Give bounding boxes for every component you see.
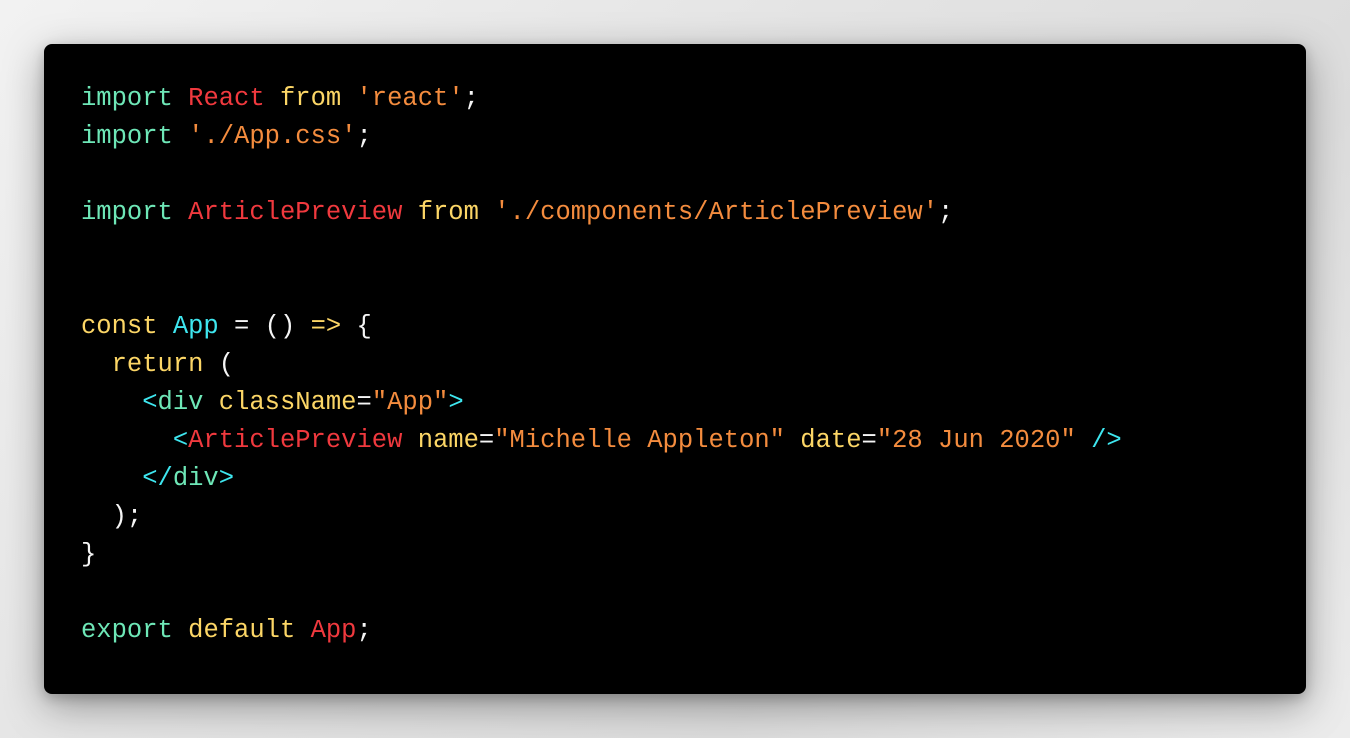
code-token: App	[172, 312, 219, 341]
code-token: React	[188, 84, 265, 113]
code-token: import	[81, 84, 173, 113]
code-line: return (	[81, 346, 1122, 384]
code-line: import './App.css';	[81, 118, 1122, 156]
code-token: );	[81, 502, 143, 531]
code-token: div	[157, 388, 204, 417]
code-token: div	[172, 464, 219, 493]
code-token: default	[188, 616, 296, 645]
code-token: from	[417, 198, 479, 227]
code-token: </	[142, 464, 173, 493]
code-token: = ()	[218, 312, 311, 341]
code-token: >	[448, 388, 464, 417]
code-token: ;	[938, 198, 954, 227]
code-token: (	[203, 350, 235, 379]
code-token: {	[341, 312, 372, 341]
code-token: =>	[310, 312, 342, 341]
code-line: );	[81, 498, 1122, 536]
code-token: './components/ArticlePreview'	[494, 198, 939, 227]
code-token: >	[218, 464, 235, 493]
code-token: ;	[356, 122, 372, 151]
code-token: name	[417, 426, 479, 455]
code-line: import ArticlePreview from './components…	[81, 194, 1122, 232]
code-token: import	[81, 198, 173, 227]
code-line: <ArticlePreview name="Michelle Appleton"…	[81, 422, 1122, 460]
code-token: }	[81, 540, 97, 569]
code-token: './App.css'	[188, 122, 357, 151]
code-token: import	[81, 122, 173, 151]
code-token: App	[310, 616, 357, 645]
code-token: =	[356, 388, 372, 417]
code-token: =	[478, 426, 495, 455]
code-token: return	[111, 350, 204, 379]
code-token: />	[1091, 426, 1122, 455]
code-token: =	[861, 426, 877, 455]
code-token: 'react'	[356, 84, 464, 113]
code-line: </div>	[81, 460, 1122, 498]
code-token: className	[218, 388, 357, 417]
code-token: export	[81, 616, 173, 645]
code-token: "App"	[371, 388, 449, 417]
code-token: const	[81, 312, 158, 341]
code-token: from	[279, 84, 342, 113]
code-token: "28 Jun 2020"	[876, 426, 1076, 455]
code-token: ArticlePreview	[188, 426, 403, 455]
code-token: <	[142, 388, 158, 417]
code-line: <div className="App">	[81, 384, 1122, 422]
code-token: ArticlePreview	[188, 198, 403, 227]
code-line: }	[81, 536, 1122, 574]
code-token: date	[800, 426, 862, 455]
code-block: import React from 'react'; import './App.…	[81, 80, 1122, 650]
code-line: const App = () => {	[81, 308, 1122, 346]
code-token: <	[172, 426, 189, 455]
code-line: export default App;	[81, 612, 1122, 650]
code-token: ;	[463, 84, 479, 113]
code-line: import React from 'react';	[81, 80, 1122, 118]
code-token: "Michelle Appleton"	[494, 426, 785, 455]
code-token: ;	[356, 616, 372, 645]
code-card: import React from 'react'; import './App.…	[44, 44, 1306, 694]
